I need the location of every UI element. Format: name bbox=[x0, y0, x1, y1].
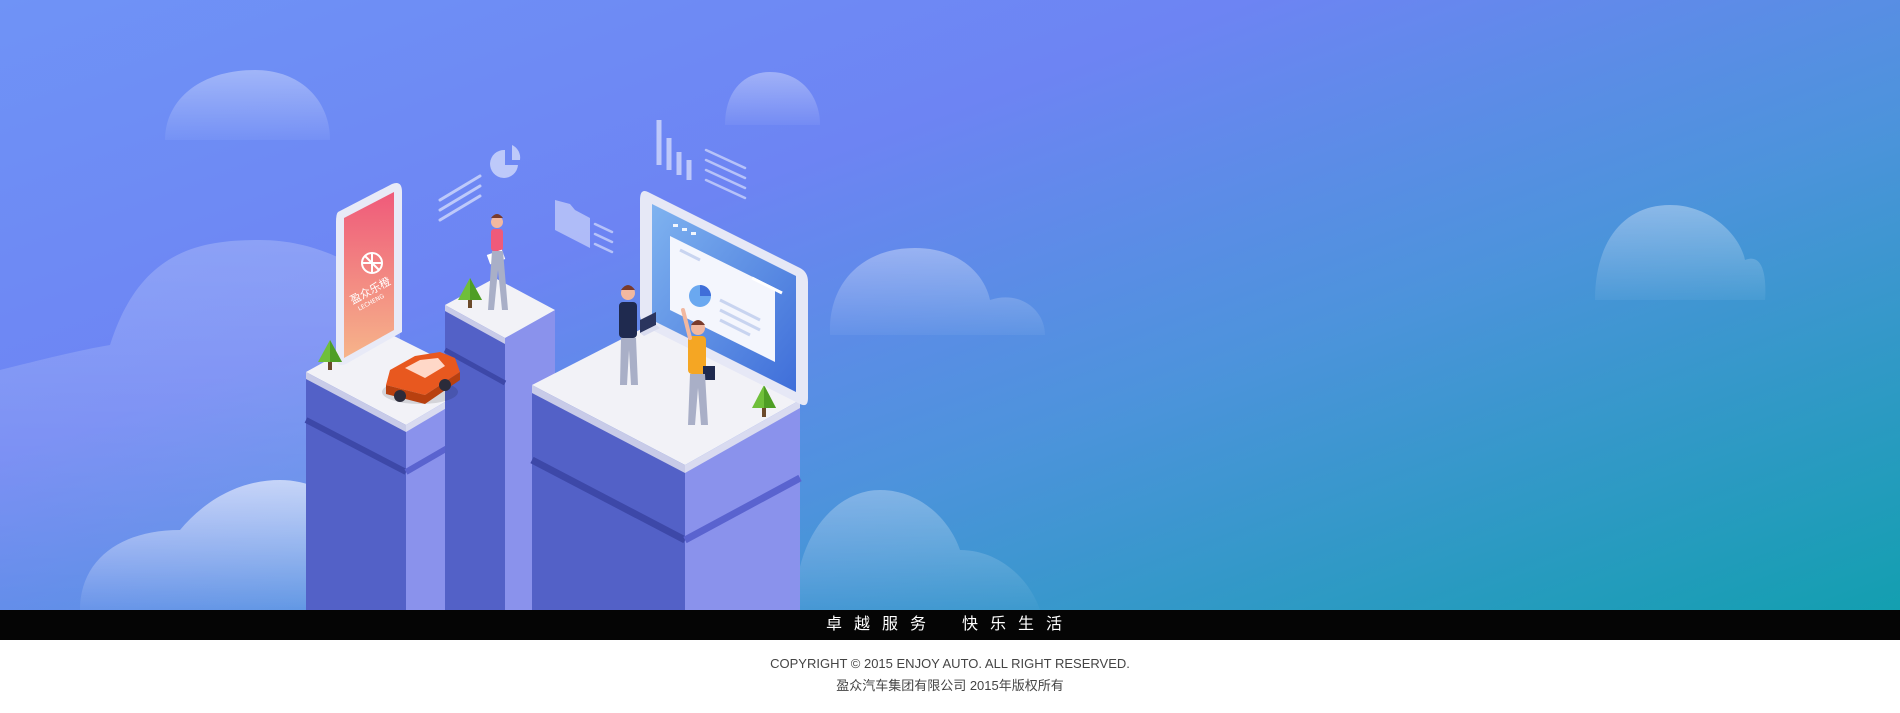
slogan-right: 快乐生活 bbox=[962, 616, 1075, 633]
slogan-band: 卓越服务 快乐生活 bbox=[0, 610, 1900, 640]
lines-icon bbox=[438, 174, 482, 222]
bar-chart-icon bbox=[656, 120, 692, 180]
hero-banner: 盈众乐橙 LECHENG bbox=[0, 0, 1900, 610]
slogan-left: 卓越服务 bbox=[825, 616, 938, 633]
footer: COPYRIGHT © 2015 ENJOY AUTO. ALL RIGHT R… bbox=[0, 640, 1900, 713]
lines-icon bbox=[704, 148, 747, 200]
pie-chart-icon bbox=[490, 145, 521, 178]
slogan: 卓越服务 快乐生活 bbox=[0, 610, 1900, 640]
logo-icon bbox=[361, 252, 383, 274]
folder-icon bbox=[555, 200, 590, 248]
company-text: 盈众汽车集团有限公司 2015年版权所有 bbox=[836, 678, 1064, 693]
copyright-text: COPYRIGHT © 2015 ENJOY AUTO. ALL RIGHT R… bbox=[770, 656, 1130, 671]
lines-icon bbox=[593, 222, 614, 254]
isometric-illustration: 盈众乐橙 LECHENG bbox=[0, 70, 1766, 610]
